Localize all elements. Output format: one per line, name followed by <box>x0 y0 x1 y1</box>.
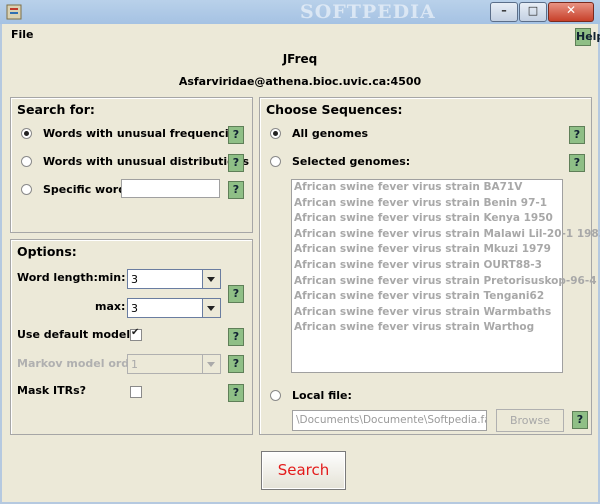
max-select[interactable]: 3 <box>127 298 221 318</box>
radio-unusual-distributions[interactable]: Words with unusual distributions <box>21 155 249 168</box>
radio-label: Words with unusual frequencies <box>43 127 243 140</box>
app-window: File Help JFreq Asfarviridae@athena.bioc… <box>0 24 600 504</box>
list-item[interactable]: African swine fever virus strain Benin 9… <box>292 196 562 212</box>
app-icon <box>6 4 22 20</box>
minimize-button[interactable]: – <box>490 2 518 22</box>
help-icon[interactable]: ? <box>228 154 244 172</box>
panel-title: Options: <box>17 244 77 259</box>
radio-label: Specific word: <box>43 183 131 196</box>
search-button[interactable]: Search <box>261 451 346 490</box>
browse-button[interactable]: Browse <box>496 409 564 432</box>
min-value: 3 <box>131 273 138 286</box>
radio-button[interactable] <box>270 390 281 401</box>
radio-button[interactable] <box>270 156 281 167</box>
radio-label: Words with unusual distributions <box>43 155 250 168</box>
panel-title: Choose Sequences: <box>266 102 403 117</box>
markov-order-value: 1 <box>131 358 138 371</box>
radio-button[interactable] <box>21 156 32 167</box>
menubar: File Help <box>2 24 600 46</box>
help-icon[interactable]: ? <box>228 384 244 402</box>
radio-selected-genomes[interactable]: Selected genomes: <box>270 155 410 168</box>
chevron-down-icon[interactable] <box>202 270 220 288</box>
list-item[interactable]: African swine fever virus strain BA71V <box>292 180 562 196</box>
list-item[interactable]: African swine fever virus strain Tengani… <box>292 289 562 305</box>
help-icon[interactable]: ? <box>228 328 244 346</box>
server-address: Asfarviridae@athena.bioc.uvic.ca:4500 <box>178 75 422 88</box>
list-item[interactable]: African swine fever virus strain Pretori… <box>292 274 597 290</box>
radio-label: Local file: <box>292 389 352 402</box>
panel-title: Search for: <box>17 102 95 117</box>
watermark: SOFTPEDIA <box>300 1 436 23</box>
use-default-model-checkbox[interactable] <box>130 327 142 341</box>
help-icon[interactable]: ? <box>572 411 588 429</box>
list-item[interactable]: African swine fever virus strain Warthog <box>292 320 562 336</box>
help-icon[interactable]: ? <box>228 355 244 373</box>
radio-unusual-frequencies[interactable]: Words with unusual frequencies <box>21 127 243 140</box>
menu-file[interactable]: File <box>11 28 34 41</box>
radio-button[interactable] <box>270 128 281 139</box>
radio-button[interactable] <box>21 184 32 195</box>
specific-word-input[interactable] <box>121 179 220 198</box>
maximize-button[interactable]: □ <box>519 2 547 22</box>
word-length-label: Word length: <box>17 271 98 284</box>
radio-label: Selected genomes: <box>292 155 411 168</box>
list-item[interactable]: African swine fever virus strain Warmbat… <box>292 305 562 321</box>
list-item[interactable]: African swine fever virus strain Kenya 1… <box>292 211 562 227</box>
list-item[interactable]: African swine fever virus strain OURT88-… <box>292 258 562 274</box>
help-icon[interactable]: ? <box>228 285 244 303</box>
list-item[interactable]: African swine fever virus strain Mkuzi 1… <box>292 242 562 258</box>
menu-help[interactable]: Help <box>575 28 600 46</box>
local-file-path-input[interactable]: \Documents\Documente\Softpedia.fasta <box>292 410 487 431</box>
help-icon[interactable]: ? <box>228 126 244 144</box>
close-button[interactable]: ✕ <box>548 2 594 22</box>
chevron-down-icon[interactable] <box>202 299 220 317</box>
markov-order-select[interactable]: 1 <box>127 354 221 374</box>
help-icon[interactable]: ? <box>228 181 244 199</box>
radio-specific-word[interactable]: Specific word: <box>21 183 130 196</box>
help-icon[interactable]: ? <box>569 154 585 172</box>
maximize-icon: □ <box>527 4 539 17</box>
genome-list[interactable]: African swine fever virus strain BA71V A… <box>291 179 600 373</box>
close-icon: ✕ <box>565 3 577 17</box>
max-value: 3 <box>131 302 138 315</box>
min-select[interactable]: 3 <box>127 269 221 289</box>
minimize-icon: – <box>501 4 507 17</box>
radio-button[interactable] <box>21 128 32 139</box>
help-icon[interactable]: ? <box>569 126 585 144</box>
app-title: JFreq <box>282 52 318 66</box>
search-for-panel: Search for: Words with unusual frequenci… <box>10 97 253 233</box>
radio-local-file[interactable]: Local file: <box>270 389 352 402</box>
mask-itrs-label: Mask ITRs? <box>17 384 87 397</box>
use-default-model-label: Use default model? <box>17 328 137 341</box>
window-titlebar: SOFTPEDIA – □ ✕ <box>0 0 600 25</box>
radio-label: All genomes <box>292 127 369 140</box>
chevron-down-icon <box>202 355 220 373</box>
radio-all-genomes[interactable]: All genomes <box>270 127 368 140</box>
list-item[interactable]: African swine fever virus strain Malawi … <box>292 227 600 243</box>
mask-itrs-checkbox[interactable] <box>130 386 142 398</box>
min-label: min: <box>98 271 126 284</box>
max-label: max: <box>95 300 126 313</box>
options-panel: Options: Word length: min: 3 ? max: 3 Us… <box>10 239 253 435</box>
